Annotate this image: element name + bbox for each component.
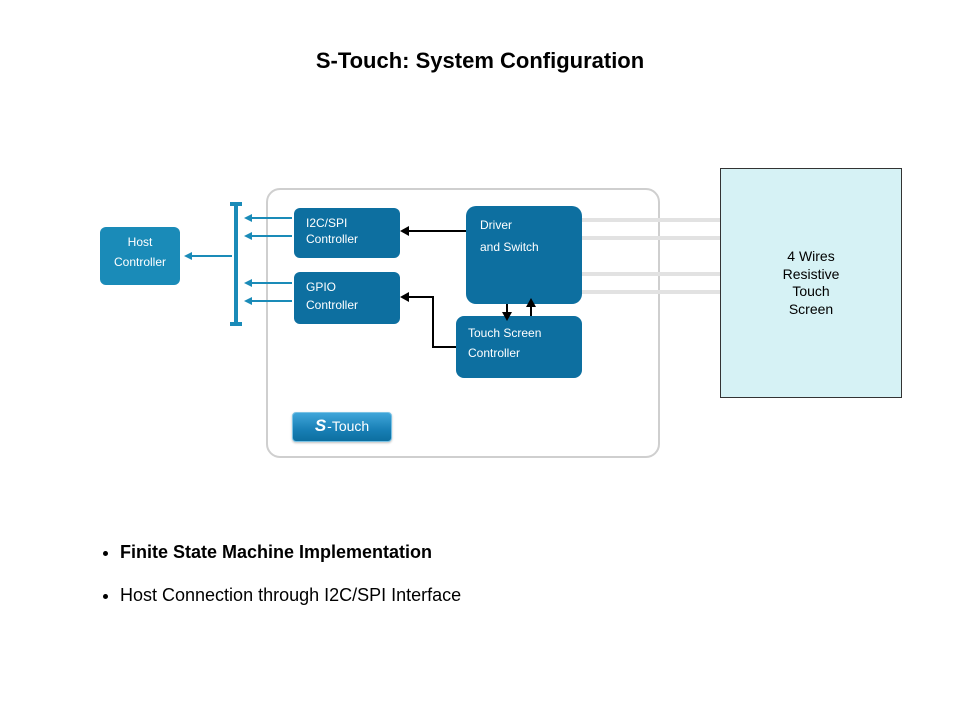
gpio-label-1: GPIO (306, 280, 394, 294)
panel-line-4: Screen (721, 301, 901, 319)
arrowhead-driver-to-i2c (400, 226, 409, 236)
bullet-list: Finite State Machine Implementation Host… (98, 540, 461, 626)
host-label-1: Host (106, 235, 174, 249)
stouch-badge: S-Touch (292, 412, 392, 442)
bus-wire-1 (582, 218, 720, 222)
page-title: S-Touch: System Configuration (0, 48, 960, 74)
host-label-2: Controller (106, 255, 174, 269)
i2c-label-2: Controller (306, 232, 394, 246)
i2c-label-1: I2C/SPI (306, 216, 394, 230)
arrowhead-driver-tsc-down (502, 312, 512, 321)
driver-label-2: and Switch (480, 240, 576, 254)
block-i2c-spi-controller: I2C/SPI Controller (294, 208, 400, 258)
driver-label-1: Driver (480, 218, 576, 232)
block-gpio-controller: GPIO Controller (294, 272, 400, 324)
bus-wire-2 (582, 236, 720, 240)
badge-suffix: -Touch (327, 418, 369, 434)
panel-line-1: 4 Wires (721, 248, 901, 266)
arrowhead-driver-tsc-up (526, 298, 536, 307)
wire-driver-to-i2c (408, 230, 466, 232)
arrowhead-tsc-to-gpio (400, 292, 409, 302)
block-host-controller: Host Controller (100, 227, 180, 285)
bullet-1: Finite State Machine Implementation (120, 540, 461, 565)
bus-wire-3 (582, 272, 720, 276)
bus-wire-4 (582, 290, 720, 294)
panel-line-3: Touch (721, 283, 901, 301)
gpio-label-2: Controller (306, 298, 394, 312)
block-driver-and-switch: Driver and Switch (466, 206, 582, 304)
block-touch-screen-controller: Touch Screen Controller (456, 316, 582, 378)
tsc-label-1: Touch Screen (468, 326, 576, 340)
bus-rail (230, 204, 242, 324)
badge-prefix: S (315, 416, 326, 435)
block-touch-panel: 4 Wires Resistive Touch Screen (720, 168, 902, 398)
wire-tsc-to-gpio-v (432, 296, 434, 348)
tsc-label-2: Controller (468, 346, 576, 360)
wire-tsc-to-gpio-h (432, 346, 456, 348)
bullet-2: Host Connection through I2C/SPI Interfac… (120, 583, 461, 608)
wire-tsc-to-gpio-h2 (408, 296, 432, 298)
panel-line-2: Resistive (721, 266, 901, 284)
